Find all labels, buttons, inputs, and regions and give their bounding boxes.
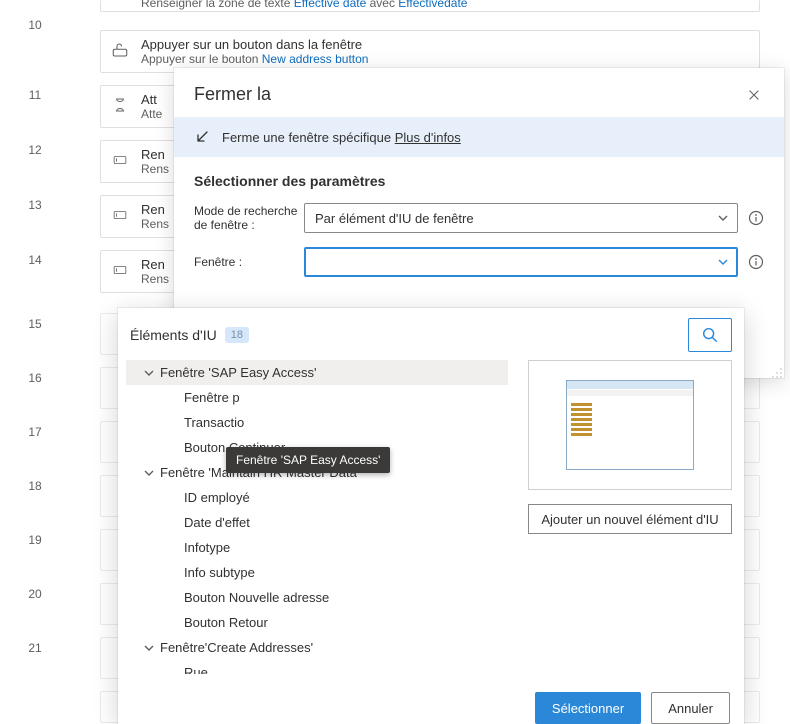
param-label-window: Fenêtre :	[194, 255, 304, 269]
step-gutter: 10 11 12 13 14 15 16 17 18 19 20 21	[0, 0, 100, 724]
dialog-title: Fermer la	[194, 84, 271, 105]
add-ui-element-button[interactable]: Ajouter un nouvel élément d'IU	[528, 504, 732, 534]
step-number: 15	[0, 317, 70, 331]
window-dropdown[interactable]	[304, 247, 738, 277]
chevron-down-icon	[144, 368, 154, 378]
dropdown-value: Par élément d'IU de fenêtre	[315, 211, 474, 226]
tree-node-label: Rue	[184, 665, 208, 674]
step-number: 19	[0, 533, 70, 547]
tree-leaf[interactable]: Infotype	[126, 535, 508, 560]
param-link[interactable]: New address button	[262, 52, 369, 66]
tree-node-label: Fenêtre 'SAP Easy Access'	[160, 365, 316, 380]
button-label: Sélectionner	[552, 701, 624, 716]
step-card-press-button[interactable]: Appuyer sur un bouton dans la fenêtre Ap…	[100, 30, 760, 73]
tree-leaf[interactable]: Info subtype	[126, 560, 508, 585]
step-subtitle: avec	[370, 0, 399, 10]
tree-leaf[interactable]: Date d'effet	[126, 510, 508, 535]
resize-handle[interactable]	[770, 366, 784, 380]
tree-leaf[interactable]: Transactio	[126, 410, 508, 435]
tree-leaf[interactable]: Bouton Nouvelle adresse	[126, 585, 508, 610]
step-subtitle: Renseigner la zone de texte	[141, 0, 294, 10]
param-link[interactable]: Effective date	[294, 0, 367, 10]
chevron-down-icon	[717, 256, 729, 268]
ui-element-tree[interactable]: Fenêtre 'SAP Easy Access' Fenêtre p Tran…	[126, 360, 516, 674]
step-number: 18	[0, 479, 70, 493]
info-icon[interactable]	[748, 210, 764, 226]
step-number: 17	[0, 425, 70, 439]
press-button-icon	[111, 41, 129, 59]
step-number: 12	[0, 143, 70, 157]
tree-node-label: Bouton Retour	[184, 615, 268, 630]
close-icon[interactable]	[744, 85, 764, 105]
tree-node-label: Info subtype	[184, 565, 255, 580]
tree-node-label: Bouton Nouvelle adresse	[184, 590, 329, 605]
param-label-search-mode: Mode de recherche de fenêtre :	[194, 204, 304, 233]
step-number: 11	[0, 88, 70, 102]
info-icon[interactable]	[748, 254, 764, 270]
window-preview-image	[566, 380, 694, 470]
step-card[interactable]: Renseigner la zone de texte Effective da…	[100, 0, 760, 12]
picker-title: Éléments d'IU	[130, 327, 217, 343]
search-mode-dropdown[interactable]: Par élément d'IU de fenêtre	[304, 203, 738, 233]
hourglass-icon	[111, 96, 129, 114]
chevron-down-icon	[144, 643, 154, 653]
text-field-icon	[111, 261, 129, 279]
tree-window-node[interactable]: Fenêtre 'SAP Easy Access'	[126, 360, 508, 385]
tree-window-node[interactable]: Fenêtre'Create Addresses'	[126, 635, 508, 660]
tree-leaf[interactable]: ID employé	[126, 485, 508, 510]
button-label: Ajouter un nouvel élément d'IU	[541, 512, 718, 527]
tree-node-label: Infotype	[184, 540, 230, 555]
tree-node-label: Transactio	[184, 415, 244, 430]
step-subtitle: Appuyer sur le bouton	[141, 52, 262, 66]
preview-thumbnail	[528, 360, 732, 490]
cancel-button[interactable]: Annuler	[651, 692, 730, 724]
info-bar: Ferme une fenêtre spécifique Plus d'info…	[174, 117, 784, 157]
button-label: Annuler	[668, 701, 713, 716]
count-badge: 18	[225, 327, 249, 343]
chevron-down-icon	[144, 468, 154, 478]
step-number: 20	[0, 587, 70, 601]
param-link[interactable]: Effectivedate	[398, 0, 467, 10]
search-button[interactable]	[688, 318, 732, 352]
tree-leaf[interactable]: Bouton Retour	[126, 610, 508, 635]
section-heading: Sélectionner des paramètres	[194, 173, 764, 189]
tree-node-label: Fenêtre'Create Addresses'	[160, 640, 313, 655]
tooltip: Fenêtre 'SAP Easy Access'	[226, 447, 390, 473]
step-number: 21	[0, 641, 70, 655]
step-number: 16	[0, 371, 70, 385]
more-info-link[interactable]: Plus d'infos	[395, 130, 461, 145]
tree-node-label: Date d'effet	[184, 515, 250, 530]
info-text: Ferme une fenêtre spécifique	[222, 130, 395, 145]
tree-node-label: Fenêtre p	[184, 390, 240, 405]
text-field-icon	[111, 151, 129, 169]
step-number: 10	[0, 18, 70, 32]
tree-leaf[interactable]: Fenêtre p	[126, 385, 508, 410]
chevron-down-icon	[717, 212, 729, 224]
tree-leaf[interactable]: Rue	[126, 660, 508, 674]
step-title: Appuyer sur un bouton dans la fenêtre	[141, 37, 747, 52]
ui-element-picker: Éléments d'IU 18 Fenêtre 'SAP Easy Acces…	[118, 308, 744, 724]
select-button[interactable]: Sélectionner	[535, 692, 641, 724]
search-icon	[701, 326, 719, 344]
tree-node-label: ID employé	[184, 490, 250, 505]
arrow-down-left-icon	[194, 129, 210, 145]
step-number: 13	[0, 198, 70, 212]
text-field-icon	[111, 206, 129, 224]
step-number: 14	[0, 253, 70, 267]
